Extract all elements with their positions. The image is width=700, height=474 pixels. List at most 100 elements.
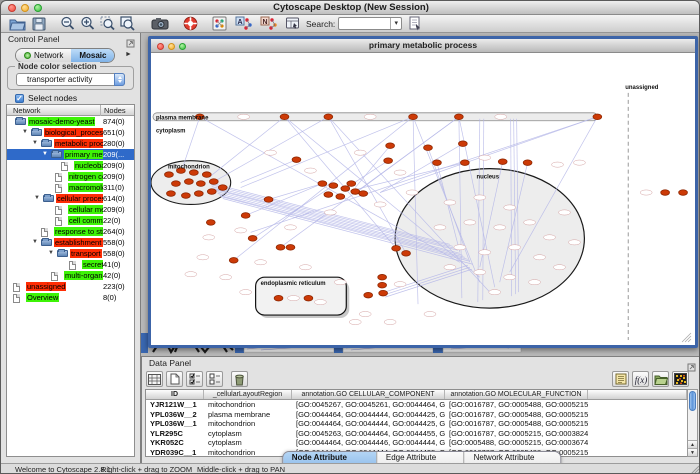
network-node-unselected[interactable] [374, 202, 386, 207]
network-window-titlebar[interactable]: primary metabolic process [151, 39, 695, 53]
network-node-highlighted[interactable] [165, 172, 174, 178]
network-edge[interactable] [234, 117, 413, 260]
tree-row[interactable]: nitrogen compo209(0) [7, 171, 134, 182]
search-input[interactable]: ▾ [338, 17, 402, 30]
select-all-attributes-icon[interactable] [186, 371, 203, 387]
network-node-unselected[interactable] [552, 162, 564, 167]
table-cell[interactable]: YKR052C [146, 438, 204, 448]
network-edge[interactable] [285, 117, 397, 249]
network-node-highlighted[interactable] [189, 170, 198, 176]
network-node-highlighted[interactable] [274, 295, 283, 301]
network-node-unselected[interactable] [235, 228, 247, 233]
table-cell[interactable]: [GO:0016787, GO:0005215, GO:0003824, G..… [445, 429, 588, 439]
network-node-unselected[interactable] [479, 155, 491, 160]
search-index-icon[interactable] [408, 16, 422, 32]
tab-mosaic[interactable]: Mosaic [71, 49, 114, 62]
column-header[interactable]: annotation.GO CELLULAR_COMPONENT [292, 390, 445, 399]
tree-row[interactable]: ▼primary metabo209(... [7, 149, 134, 160]
zoom-fit-icon[interactable] [120, 16, 135, 32]
import-attributes-icon[interactable] [652, 371, 669, 387]
network-node-highlighted[interactable] [347, 181, 356, 187]
network-node-highlighted[interactable] [341, 186, 350, 192]
network-edge[interactable] [253, 186, 334, 239]
tree-row[interactable]: macromolecule311(0) [7, 182, 134, 193]
resize-grip[interactable] [690, 465, 700, 474]
tree-row[interactable]: ▼establishment of lo558(0) [7, 237, 134, 248]
network-node-highlighted[interactable] [379, 290, 388, 296]
table-row[interactable]: YPL036W__2plasma membrane[GO:0044464, GO… [146, 410, 687, 420]
window-titlebar[interactable]: Cytoscape Desktop (New Session) [1, 1, 700, 15]
table-row[interactable]: YKR052Ccytoplasm[GO:0044464, GO:0044446,… [146, 438, 687, 448]
network-node-highlighted[interactable] [248, 236, 257, 242]
network-node-highlighted[interactable] [304, 295, 313, 301]
network-node-unselected[interactable] [334, 280, 346, 285]
network-node-highlighted[interactable] [202, 172, 211, 178]
network-node-highlighted[interactable] [402, 251, 411, 257]
network-node-highlighted[interactable] [184, 179, 193, 185]
network-node-unselected[interactable] [265, 150, 277, 155]
tree-row[interactable]: mosaic-demo-yeast874(0) [7, 116, 134, 127]
tree-row[interactable]: cell communicat22(0) [7, 215, 134, 226]
table-cell[interactable]: [GO:0016787, GO:0005488, GO:0005215, G..… [445, 419, 588, 429]
help-icon[interactable] [183, 16, 198, 32]
network-node-highlighted[interactable] [207, 189, 216, 195]
network-node-unselected[interactable] [406, 190, 418, 195]
column-header[interactable]: _cellularLayoutRegion [204, 390, 292, 399]
expander-icon[interactable]: ▼ [42, 151, 48, 158]
tree-row[interactable]: Overview8(0) [7, 292, 134, 303]
network-node-highlighted[interactable] [167, 191, 176, 197]
tree-row[interactable]: ▼metabolic process280(0) [7, 138, 134, 149]
table-cell[interactable]: cytoplasm [204, 429, 292, 439]
matrix-view-icon[interactable] [672, 371, 689, 387]
network-node-highlighted[interactable] [458, 141, 467, 147]
network-node-unselected[interactable] [384, 319, 396, 324]
network-node-unselected[interactable] [544, 235, 556, 240]
network-node-highlighted[interactable] [318, 181, 327, 187]
network-node-highlighted[interactable] [523, 160, 532, 166]
table-cell[interactable]: [GO:0045263, GO:0044464, GO:0044455, G..… [292, 429, 445, 439]
zoom-in-icon[interactable] [80, 16, 95, 32]
network-node-unselected[interactable] [287, 296, 299, 301]
network-node-unselected[interactable] [255, 260, 267, 265]
network-node-unselected[interactable] [454, 245, 466, 250]
network-canvas[interactable]: plasma membrane cytoplasm mitochondrion … [151, 53, 695, 345]
tree-row[interactable]: multi-organism pro42(0) [7, 270, 134, 281]
network-node-highlighted[interactable] [324, 114, 333, 120]
expander-icon[interactable]: ▼ [22, 129, 28, 136]
network-node-highlighted[interactable] [280, 114, 289, 120]
network-node-highlighted[interactable] [384, 158, 393, 164]
network-node-highlighted[interactable] [424, 145, 433, 151]
network-node-unselected[interactable] [464, 220, 476, 225]
table-header-row[interactable]: ID_cellularLayoutRegionannotation.GO CEL… [146, 390, 687, 400]
network-node-unselected[interactable] [359, 311, 371, 316]
network-node-highlighted[interactable] [218, 185, 227, 191]
attribute-table[interactable]: ID_cellularLayoutRegionannotation.GO CEL… [145, 389, 688, 457]
network-annotation-n-icon[interactable]: N [260, 16, 277, 32]
table-cell[interactable]: YLR295C [146, 429, 204, 439]
column-header[interactable]: annotation.GO MOLECULAR_FUNCTION [445, 390, 588, 399]
network-edge[interactable] [209, 117, 285, 178]
new-attribute-icon[interactable] [166, 371, 183, 387]
table-cell[interactable]: [GO:0005488, GO:0005215, GO:0003674] [445, 438, 588, 448]
network-node-unselected[interactable] [489, 290, 501, 295]
network-node-highlighted[interactable] [229, 257, 238, 263]
network-node-unselected[interactable] [509, 245, 521, 250]
graphics-details-icon[interactable] [212, 16, 227, 32]
network-node-highlighted[interactable] [593, 114, 602, 120]
network-node-highlighted[interactable] [209, 179, 218, 185]
network-node-unselected[interactable] [474, 195, 486, 200]
network-node-unselected[interactable] [559, 210, 571, 215]
attribute-editor-icon[interactable] [612, 371, 629, 387]
network-node-highlighted[interactable] [172, 181, 181, 187]
network-node-unselected[interactable] [444, 200, 456, 205]
network-annotation-a-icon[interactable]: A [235, 16, 252, 32]
network-edge[interactable] [269, 184, 323, 200]
tab-network[interactable]: Network [16, 49, 71, 62]
tree-header[interactable]: Network Nodes [7, 105, 134, 116]
network-node-unselected[interactable] [534, 255, 546, 260]
network-node-unselected[interactable] [314, 300, 326, 305]
column-header[interactable]: ID [146, 390, 204, 399]
network-node-unselected[interactable] [354, 150, 366, 155]
network-node-unselected[interactable] [434, 225, 446, 230]
select-nodes-checkbox[interactable]: ✓ [15, 94, 24, 103]
